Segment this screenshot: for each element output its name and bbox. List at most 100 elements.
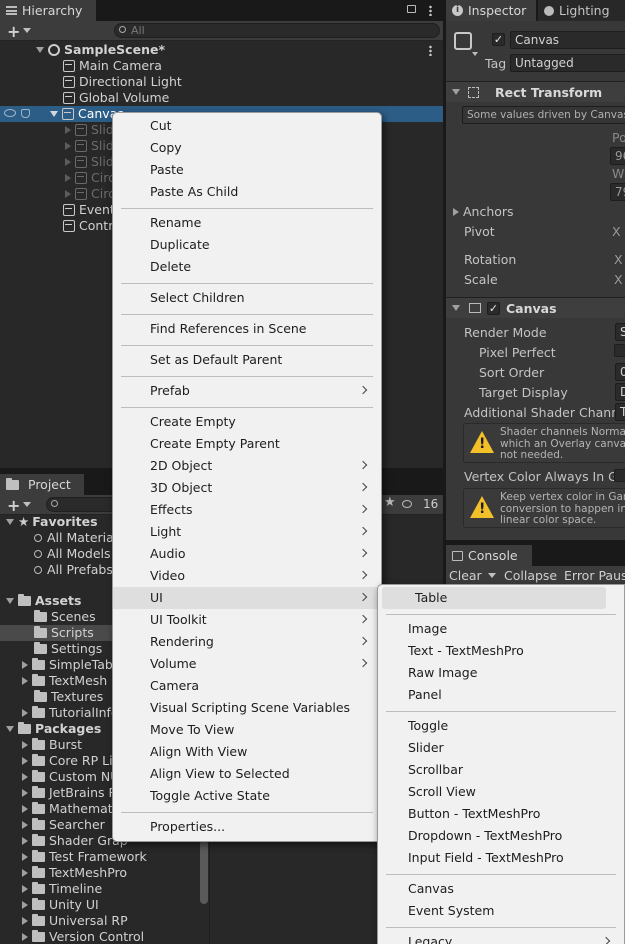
collapsed-arrow-icon[interactable] [22, 933, 28, 941]
menu-item-cut[interactable]: Cut [113, 115, 381, 137]
expand-arrow-icon[interactable] [36, 47, 44, 53]
collapsed-arrow-icon[interactable] [22, 773, 28, 781]
add-plus-icon[interactable]: + [7, 496, 20, 515]
menu-item-camera[interactable]: Camera [113, 675, 381, 697]
menu-item-duplicate[interactable]: Duplicate [113, 234, 381, 256]
scene-row[interactable]: SampleScene* [36, 42, 165, 58]
menu-item-3d-object[interactable]: 3D Object [113, 477, 381, 499]
submenu-item-legacy[interactable]: Legacy [378, 931, 624, 944]
collapsed-arrow-icon[interactable] [22, 805, 28, 813]
submenu-item-event-system[interactable]: Event System [378, 900, 624, 922]
width-field[interactable]: 79 [610, 183, 625, 201]
menu-item-rendering[interactable]: Rendering [113, 631, 381, 653]
collapsed-arrow-icon[interactable] [22, 677, 28, 685]
menu-item-align-view-to-selected[interactable]: Align View to Selected [113, 763, 381, 785]
menu-item-properties[interactable]: Properties... [113, 816, 381, 838]
hierarchy-child-item[interactable]: Slid [65, 154, 114, 170]
collapsed-arrow-icon[interactable] [22, 789, 28, 797]
collapsed-arrow-icon[interactable] [65, 158, 71, 166]
submenu-item-text-tmp[interactable]: Text - TextMeshPro [378, 640, 624, 662]
collapsed-arrow-icon[interactable] [22, 757, 28, 765]
collapse-button[interactable]: Collapse [504, 568, 557, 583]
tab-lighting[interactable]: Lighting [538, 0, 625, 21]
package-folder[interactable]: Timeline [22, 881, 102, 897]
submenu-item-panel[interactable]: Panel [378, 684, 624, 706]
menu-item-ui[interactable]: UI [113, 587, 381, 609]
additional-shader-dropdown[interactable]: T [615, 403, 625, 421]
expand-arrow-icon[interactable] [6, 519, 14, 525]
package-folder[interactable]: Core RP Lit [22, 753, 117, 769]
menu-item-create-empty[interactable]: Create Empty [113, 411, 381, 433]
collapsed-arrow-icon[interactable] [65, 190, 71, 198]
eye-slash-icon[interactable] [402, 500, 412, 508]
hierarchy-child-item[interactable]: Slid [65, 138, 114, 154]
add-plus-icon[interactable]: + [7, 22, 20, 41]
asset-folder[interactable]: SimpleTabl [22, 657, 116, 673]
menu-item-ui-toolkit[interactable]: UI Toolkit [113, 609, 381, 631]
menu-item-paste[interactable]: Paste [113, 159, 381, 181]
render-mode-dropdown[interactable]: S [615, 323, 625, 341]
collapsed-arrow-icon[interactable] [22, 853, 28, 861]
menu-item-copy[interactable]: Copy [113, 137, 381, 159]
menu-item-visual-scripting[interactable]: Visual Scripting Scene Variables [113, 697, 381, 719]
asset-folder[interactable]: Scenes [34, 609, 96, 625]
package-folder[interactable]: TextMeshPro [22, 865, 127, 881]
lock-icon[interactable] [407, 5, 416, 13]
tag-dropdown[interactable]: Untagged [510, 54, 625, 72]
favorites-item[interactable]: All Models [34, 546, 111, 562]
pixel-perfect-checkbox[interactable] [614, 344, 625, 357]
menu-item-align-with-view[interactable]: Align With View [113, 741, 381, 763]
rect-transform-header[interactable]: Rect Transform [446, 81, 625, 102]
assets-header[interactable]: Assets [6, 593, 81, 609]
target-display-dropdown[interactable]: D [615, 383, 625, 401]
scene-kebab-icon[interactable] [429, 45, 432, 56]
collapsed-arrow-icon[interactable] [22, 741, 28, 749]
asset-folder[interactable]: TextMesh F [22, 673, 118, 689]
menu-item-delete[interactable]: Delete [113, 256, 381, 278]
tab-project[interactable]: Project [0, 474, 84, 495]
package-folder[interactable]: Custom NU [22, 769, 119, 785]
menu-item-select-children[interactable]: Select Children [113, 287, 381, 309]
asset-folder[interactable]: TutorialInfo [22, 705, 119, 721]
hierarchy-item[interactable]: Event [63, 202, 115, 218]
package-folder[interactable]: Universal RP [22, 913, 128, 929]
tab-inspector[interactable]: i Inspector [446, 0, 536, 21]
canvas-component-header[interactable]: ✓ Canvas [446, 297, 625, 318]
error-pause-button[interactable]: Error Pause [564, 568, 625, 583]
anchors-foldout[interactable]: Anchors [453, 204, 514, 219]
submenu-item-canvas[interactable]: Canvas [378, 878, 624, 900]
menu-item-2d-object[interactable]: 2D Object [113, 455, 381, 477]
project-tree-scrollbar[interactable] [200, 840, 208, 904]
menu-item-create-empty-parent[interactable]: Create Empty Parent [113, 433, 381, 455]
hierarchy-search-input[interactable]: All [114, 23, 440, 38]
menu-item-prefab[interactable]: Prefab [113, 380, 381, 402]
dropdown-arrow-icon[interactable] [23, 502, 31, 507]
hierarchy-child-item[interactable]: Slid [65, 122, 114, 138]
submenu-item-image[interactable]: Image [378, 618, 624, 640]
submenu-item-button-tmp[interactable]: Button - TextMeshPro [378, 803, 624, 825]
collapsed-arrow-icon[interactable] [22, 837, 28, 845]
package-folder[interactable]: Test Framework [22, 849, 147, 865]
hierarchy-item[interactable]: Directional Light [63, 74, 182, 90]
collapsed-arrow-icon[interactable] [22, 885, 28, 893]
hierarchy-child-item[interactable]: Circ [65, 170, 115, 186]
collapsed-arrow-icon[interactable] [22, 709, 28, 717]
submenu-item-scrollbar[interactable]: Scrollbar [378, 759, 624, 781]
expand-arrow-icon[interactable] [6, 598, 14, 604]
collapsed-arrow-icon[interactable] [22, 901, 28, 909]
canvas-enabled-checkbox[interactable]: ✓ [487, 301, 500, 315]
submenu-item-toggle[interactable]: Toggle [378, 715, 624, 737]
submenu-item-input-field-tmp[interactable]: Input Field - TextMeshPro [378, 847, 624, 869]
menu-item-set-default-parent[interactable]: Set as Default Parent [113, 349, 381, 371]
collapsed-arrow-icon[interactable] [65, 174, 71, 182]
package-folder[interactable]: Version Control [22, 929, 144, 944]
active-checkbox[interactable]: ✓ [492, 33, 505, 46]
clear-dropdown-arrow-icon[interactable] [488, 573, 496, 578]
collapsed-arrow-icon[interactable] [22, 917, 28, 925]
hierarchy-child-item[interactable]: Circ [65, 186, 115, 202]
favorites-item[interactable]: All Prefabs [34, 562, 113, 578]
favorite-star-icon[interactable]: ★ [384, 495, 396, 510]
visibility-eye-icon[interactable] [4, 109, 16, 117]
package-folder[interactable]: Burst [22, 737, 82, 753]
collapsed-arrow-icon[interactable] [65, 142, 71, 150]
